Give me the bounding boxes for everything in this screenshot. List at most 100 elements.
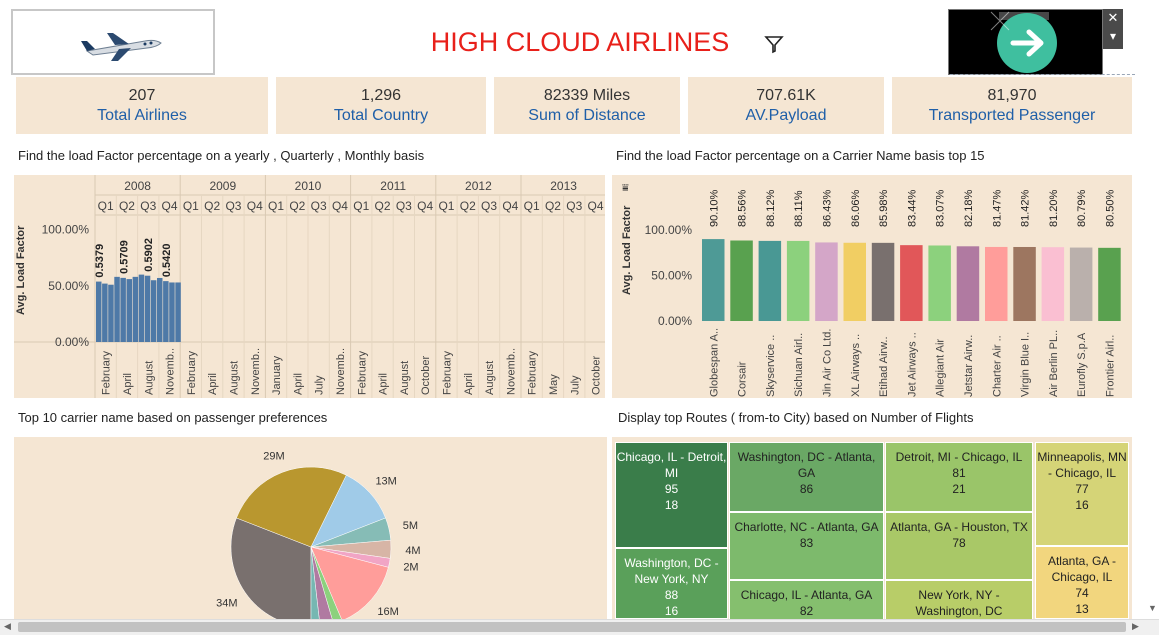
bar: [163, 281, 169, 342]
quarter-label: Q2: [204, 199, 220, 213]
kpi-total-airlines: 207 Total Airlines: [16, 77, 268, 134]
route-name: Minneapolis, MN - Chicago, IL: [1037, 450, 1127, 480]
bar: [150, 280, 157, 342]
route-cell[interactable]: New York, NY - Washington, DC: [885, 580, 1033, 619]
year-label: 2011: [380, 179, 406, 193]
load-factor-carrier-chart: Avg. Load Factor ⩸ 100.00% 50.00% 0.00% 90.10…: [612, 175, 1132, 398]
month-label: January: [271, 355, 283, 395]
filter-icon[interactable]: [763, 34, 785, 54]
route-name: Atlanta, GA - Houston, TX: [890, 520, 1028, 534]
horizontal-scroll-thumb[interactable]: [18, 622, 1126, 632]
bar: [1069, 247, 1093, 321]
section-title-passenger: Top 10 carrier name based on passenger p…: [18, 410, 328, 425]
bar: [120, 277, 126, 342]
route-flights: 74: [1075, 586, 1089, 600]
route-cell[interactable]: Detroit, MI - Chicago, IL 81 21: [885, 442, 1033, 512]
quarter-label: Q1: [524, 199, 540, 213]
bar: [1041, 247, 1065, 321]
bar: [985, 246, 1008, 321]
quarter-label: Q3: [140, 199, 156, 213]
kpi-value: 1,296: [360, 87, 402, 104]
load-factor-yearly-chart: 2008 Q1 Q2 Q3 Q4 2009 Q1 Q2 Q3 Q4 2010 Q1 Q2 Q3 Q4 2011…: [14, 175, 605, 398]
quarter-label: Q1: [268, 199, 284, 213]
month-label: April: [463, 373, 475, 395]
scroll-right-icon[interactable]: ▶: [1132, 621, 1139, 632]
route-cell[interactable]: Chicago, IL - Detroit, MI 95 18: [615, 442, 728, 548]
month-label: Novemb..: [505, 348, 517, 395]
slice-label: 4M: [405, 545, 420, 557]
kpi-value: 707.61K: [756, 87, 816, 104]
month-label: April: [207, 373, 219, 395]
bar: [102, 283, 108, 342]
bar: [758, 240, 782, 321]
route-cell[interactable]: Chicago, IL - Atlanta, GA 82: [729, 580, 884, 619]
chevron-down-icon[interactable]: ▾: [1103, 27, 1123, 45]
route-name: Charlotte, NC - Atlanta, GA: [734, 520, 879, 534]
route-name: Chicago, IL - Detroit, MI: [616, 450, 727, 480]
y-tick-label: 0.00%: [658, 314, 692, 328]
quarter-label: Q4: [332, 199, 348, 213]
divider: [950, 74, 1135, 75]
route-cell[interactable]: Charlotte, NC - Atlanta, GA 83: [729, 512, 884, 580]
kpi-sum-distance: 82339 Miles Sum of Distance: [494, 77, 680, 134]
y-tick-label: 50.00%: [651, 269, 692, 283]
quarter-label: Q3: [481, 199, 497, 213]
month-label: April: [378, 373, 390, 395]
airplane-logo-icon: [81, 33, 162, 61]
kpi-av-payload: 707.61K AV.Payload: [688, 77, 884, 134]
route-extra: 13: [1075, 602, 1089, 616]
month-label: February: [441, 350, 453, 395]
slice-label: 34M: [216, 597, 237, 609]
bar: [114, 276, 120, 342]
category-label: Charter Air ..: [991, 335, 1003, 397]
data-label: 0.5379: [94, 244, 106, 278]
sort-icon: ⩸: [622, 182, 629, 194]
slice-label: 29M: [263, 451, 284, 463]
close-icon[interactable]: ✕: [1103, 9, 1123, 27]
bar: [1013, 246, 1036, 321]
quarter-label: Q1: [353, 199, 369, 213]
route-cell[interactable]: Washington, DC - Atlanta, GA 86: [729, 442, 884, 512]
quarter-label: Q2: [460, 199, 476, 213]
route-cell[interactable]: Washington, DC - New York, NY 88 16: [615, 548, 728, 619]
quarter-label: Q3: [225, 199, 241, 213]
category-label: Allegiant Air: [935, 339, 947, 397]
route-cell[interactable]: Atlanta, GA - Houston, TX 78: [885, 512, 1033, 580]
kpi-label: Total Country: [333, 107, 429, 124]
year-label: 2008: [124, 179, 151, 193]
section-title-load-yearly: Find the load Factor percentage on a yea…: [18, 148, 425, 163]
quarter-label: Q2: [375, 199, 391, 213]
y-tick-label: 50.00%: [48, 279, 89, 293]
bar: [175, 282, 181, 342]
route-name: Atlanta, GA - Chicago, IL: [1047, 554, 1117, 584]
month-label: August: [143, 361, 155, 395]
month-label: August: [399, 361, 411, 395]
data-label: 86.43%: [821, 189, 833, 227]
y-tick-label: 100.00%: [645, 223, 693, 237]
kpi-value: 82339 Miles: [543, 87, 631, 104]
month-label: October: [420, 356, 432, 395]
bar: [1098, 247, 1121, 321]
ad-banner[interactable]: [948, 9, 1103, 75]
bar: [702, 239, 725, 321]
data-label: 83.07%: [935, 189, 947, 227]
bar: [843, 242, 866, 321]
bar: [144, 275, 151, 342]
month-label: February: [356, 350, 368, 395]
slice-label: 5M: [403, 520, 418, 532]
kpi-label: AV.Payload: [745, 107, 827, 124]
bar: [956, 246, 980, 321]
scroll-left-icon[interactable]: ◀: [4, 621, 11, 632]
route-flights: 82: [799, 604, 814, 618]
category-label: XL Airways ..: [850, 334, 862, 397]
quarter-label: Q3: [566, 199, 582, 213]
route-cell[interactable]: Atlanta, GA - Chicago, IL 74 13: [1035, 546, 1129, 619]
slice-label: 13M: [375, 476, 396, 488]
data-label: 0.5902: [143, 238, 155, 272]
route-extra: 21: [952, 482, 966, 496]
scroll-down-icon[interactable]: ▼: [1148, 603, 1157, 613]
kpi-value: 207: [128, 87, 156, 104]
category-label: Etihad Airw..: [878, 336, 890, 397]
section-title-load-carrier: Find the load Factor percentage on a Car…: [616, 148, 985, 163]
route-cell[interactable]: Minneapolis, MN - Chicago, IL 77 16: [1035, 442, 1129, 546]
